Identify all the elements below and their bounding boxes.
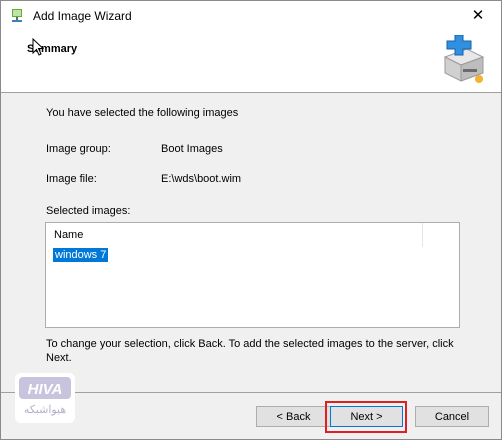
- cancel-button[interactable]: Cancel: [415, 406, 489, 427]
- selected-images-list[interactable]: Name windows 7: [45, 222, 460, 328]
- title-bar: Add Image Wizard ✕: [1, 1, 501, 31]
- image-group-value: Boot Images: [161, 143, 223, 155]
- wizard-header: Summary: [1, 31, 501, 93]
- instructions-text: To change your selection, click Back. To…: [46, 338, 454, 364]
- add-server-image-icon: [443, 35, 485, 83]
- watermark-text: هیواشبکه: [23, 403, 67, 416]
- image-file-label: Image file:: [46, 173, 97, 185]
- mouse-cursor-icon: [32, 38, 44, 56]
- list-item[interactable]: windows 7: [53, 248, 109, 262]
- image-file-value: E:\wds\boot.wim: [161, 173, 242, 185]
- footer-divider: [1, 392, 501, 393]
- selected-images-label: Selected images:: [46, 205, 131, 217]
- watermark-logo: HIVA هیواشبکه: [15, 373, 75, 423]
- next-button-highlight: [325, 401, 407, 433]
- window-title: Add Image Wizard: [33, 9, 132, 23]
- back-button[interactable]: < Back: [256, 406, 331, 427]
- name-column-label: Name: [54, 229, 84, 241]
- wizard-app-icon: [12, 9, 22, 22]
- wizard-window: Add Image Wizard ✕ Summary You have sele…: [0, 0, 502, 440]
- svg-text:HIVA: HIVA: [28, 381, 63, 398]
- name-column-header[interactable]: Name: [46, 223, 423, 247]
- image-group-label: Image group:: [46, 143, 111, 155]
- summary-intro-text: You have selected the following images: [46, 107, 239, 119]
- close-button[interactable]: ✕: [455, 1, 501, 31]
